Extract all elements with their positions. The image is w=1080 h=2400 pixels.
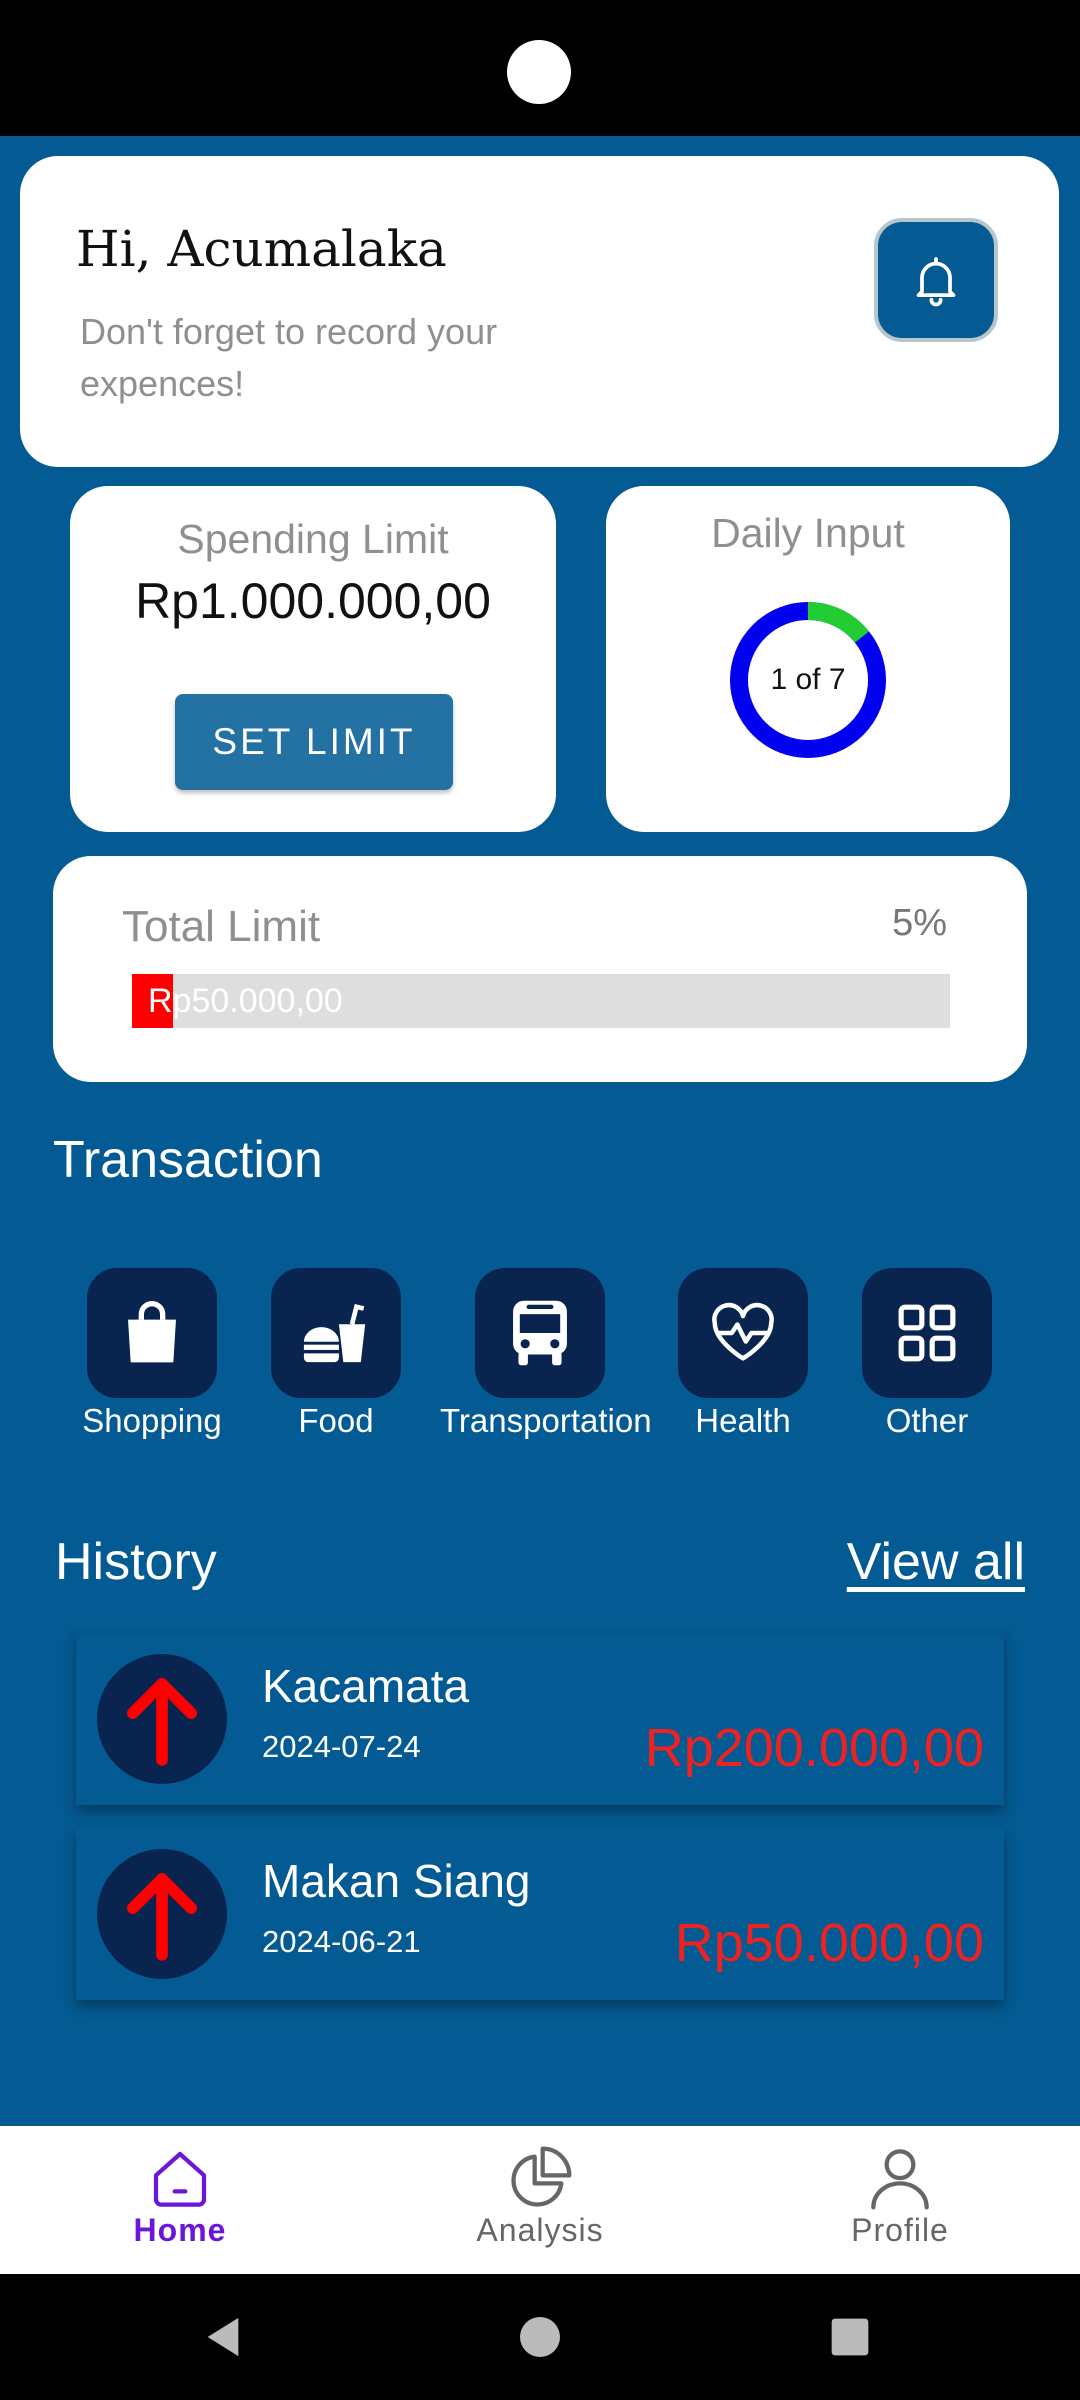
history-item-date: 2024-07-24 [262, 1729, 421, 1764]
camera-cutout [507, 40, 571, 104]
history-item-amount: Rp200.000,00 [644, 1718, 984, 1778]
view-all-link[interactable]: View all [847, 1532, 1025, 1592]
history-item-name: Kacamata [262, 1660, 470, 1712]
history-item-date: 2024-06-21 [262, 1924, 421, 1959]
total-limit-progress-bar: Rp50.000,00 [132, 974, 950, 1028]
category-label: Shopping [82, 1402, 222, 1439]
category-label: Food [298, 1402, 374, 1439]
grid-icon [898, 1304, 956, 1362]
total-limit-percent: 5% [892, 902, 947, 944]
back-icon[interactable] [200, 2314, 246, 2360]
history-title: History [55, 1533, 217, 1591]
person-icon [871, 2149, 929, 2210]
greeting-title: Hi, Acumalaka [76, 220, 447, 278]
spending-limit-label: Spending Limit [177, 516, 449, 562]
nav-analysis[interactable]: Analysis [440, 2126, 640, 2274]
nav-label: Home [133, 2212, 227, 2248]
category-label: Transportation [440, 1402, 652, 1439]
category-tile[interactable] [87, 1268, 217, 1398]
nav-home[interactable]: Home [80, 2126, 280, 2274]
category-shopping[interactable]: Shopping [52, 1268, 252, 1440]
arrow-up-icon [127, 1678, 197, 1766]
category-food[interactable]: Food [236, 1268, 436, 1440]
home-icon [153, 2151, 207, 2207]
bell-icon [916, 257, 956, 307]
system-nav-bar [0, 2274, 1080, 2400]
home-screen: Hi, Acumalaka Don't forget to record you… [0, 136, 1080, 2126]
bottom-nav: Home Analysis Profile [0, 2126, 1080, 2274]
history-icon [97, 1849, 227, 1979]
category-other[interactable]: Other [827, 1268, 1027, 1440]
arrow-up-icon [127, 1873, 197, 1961]
category-tile[interactable] [271, 1268, 401, 1398]
total-limit-label: Total Limit [122, 902, 321, 951]
transaction-title: Transaction [53, 1131, 323, 1189]
total-limit-amount: Rp50.000,00 [148, 982, 343, 1020]
total-limit-card: Total Limit 5% Rp50.000,00 [53, 856, 1027, 1082]
spending-limit-value: Rp1.000.000,00 [135, 573, 491, 629]
nav-profile[interactable]: Profile [800, 2126, 1000, 2274]
daily-input-donut: 1 of 7 [726, 598, 890, 762]
spending-limit-card: Spending Limit Rp1.000.000,00 SET LIMIT [70, 486, 556, 832]
category-label: Other [885, 1402, 969, 1439]
greeting-card: Hi, Acumalaka Don't forget to record you… [20, 156, 1059, 467]
heart-pulse-icon [712, 1302, 774, 1361]
pie-chart-icon [511, 2146, 572, 2207]
category-label: Health [695, 1402, 791, 1439]
daily-input-label: Daily Input [711, 510, 905, 556]
category-transportation[interactable]: Transportation [440, 1268, 652, 1440]
history-item-name: Makan Siang [262, 1855, 531, 1907]
bus-icon [513, 1300, 567, 1366]
notification-button[interactable] [874, 218, 998, 342]
history-row[interactable]: Kacamata 2024-07-24 Rp200.000,00 [76, 1633, 1004, 1805]
nav-label: Profile [851, 2212, 949, 2248]
daily-input-progress-text: 1 of 7 [770, 663, 846, 696]
category-health[interactable]: Health [643, 1268, 843, 1440]
greeting-subtitle: Don't forget to record your expences! [80, 311, 498, 404]
set-limit-button[interactable]: SET LIMIT [175, 694, 453, 790]
fast-food-icon [303, 1303, 366, 1363]
daily-input-card: Daily Input 1 of 7 [606, 486, 1010, 832]
phone-frame: Hi, Acumalaka Don't forget to record you… [0, 0, 1080, 2400]
category-tile[interactable] [862, 1268, 992, 1398]
nav-label: Analysis [476, 2212, 604, 2248]
recents-icon[interactable] [830, 2317, 870, 2357]
status-bar [0, 0, 1080, 136]
history-icon [97, 1654, 227, 1784]
category-tile[interactable] [475, 1268, 605, 1398]
home-circle-icon[interactable] [520, 2317, 560, 2357]
history-item-amount: Rp50.000,00 [674, 1913, 984, 1973]
category-tile[interactable] [678, 1268, 808, 1398]
shopping-bag-icon [128, 1301, 176, 1363]
history-row[interactable]: Makan Siang 2024-06-21 Rp50.000,00 [76, 1828, 1004, 2000]
